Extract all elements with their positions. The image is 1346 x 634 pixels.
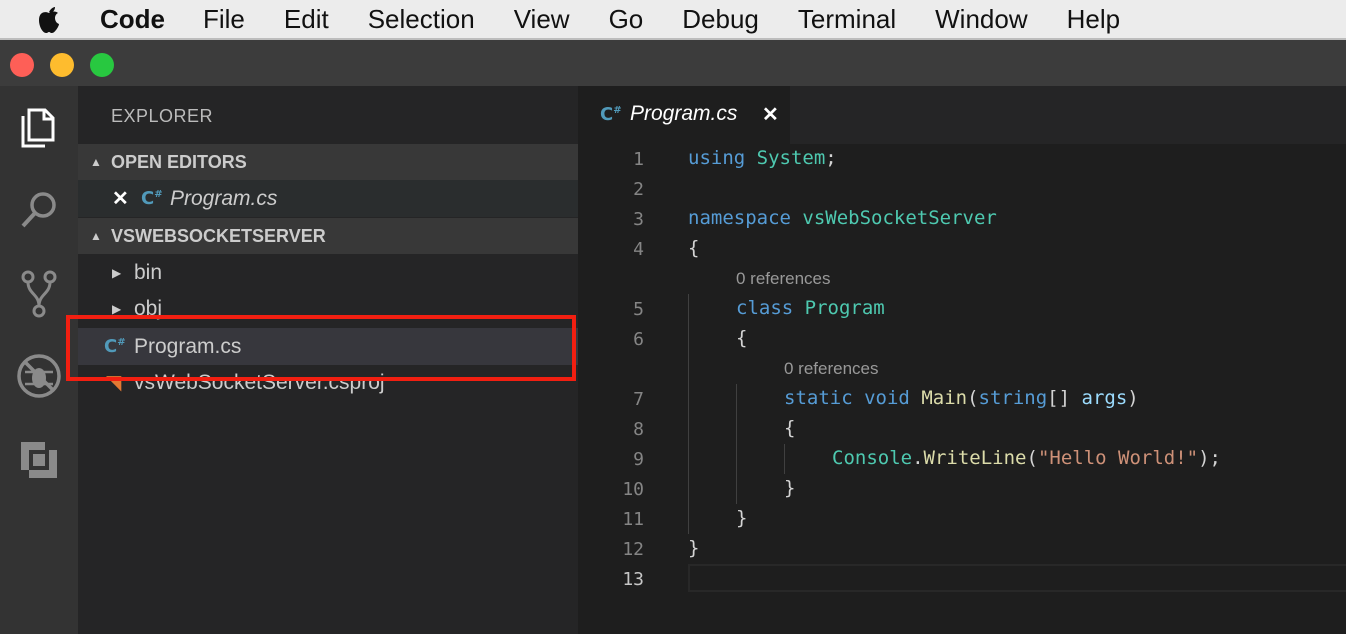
- line-number: 9: [633, 449, 644, 470]
- apple-logo-icon[interactable]: [34, 4, 64, 34]
- code-line-3: namespace vsWebSocketServer: [688, 207, 997, 229]
- open-editor-item[interactable]: ✕ C# Program.cs: [78, 180, 578, 217]
- editor-tabs-bar: C# Program.cs ✕: [578, 86, 1346, 144]
- string-literal: "Hello World!": [1037, 447, 1199, 469]
- window-titlebar: [0, 40, 1346, 86]
- menu-debug[interactable]: Debug: [682, 0, 759, 39]
- menu-edit[interactable]: Edit: [284, 0, 329, 39]
- indent-guide: [784, 444, 785, 474]
- extensions-icon[interactable]: [0, 430, 78, 490]
- code-line-5: class Program: [736, 297, 885, 319]
- punctuation: );: [1198, 447, 1221, 469]
- tab-program-cs[interactable]: C# Program.cs ✕: [578, 86, 790, 144]
- parameter-name: args: [1081, 387, 1128, 409]
- project-label: VSWEBSOCKETSERVER: [111, 225, 326, 246]
- code-editor[interactable]: 1 2 3 4 5 6 7 8 9 10 11 12 13 using Syst…: [578, 144, 1346, 634]
- keyword: class: [736, 297, 794, 319]
- punctuation: []: [1047, 387, 1082, 409]
- type-name: Program: [804, 297, 885, 319]
- zoom-window-button[interactable]: [90, 53, 114, 77]
- code-line-9: Console.WriteLine("Hello World!");: [832, 447, 1221, 469]
- menu-file[interactable]: File: [203, 0, 245, 39]
- highlight-annotation: [66, 315, 576, 381]
- line-number: 4: [633, 239, 644, 260]
- code-line-6: {: [736, 327, 748, 349]
- keyword: static: [784, 387, 853, 409]
- close-editor-icon[interactable]: ✕: [112, 186, 129, 211]
- line-number: 8: [633, 419, 644, 440]
- open-editors-label: OPEN EDITORS: [111, 151, 247, 172]
- keyword: using: [688, 147, 746, 169]
- code-lens-references[interactable]: 0 references: [784, 359, 879, 379]
- tree-item-label: bin: [134, 260, 163, 284]
- tree-item-bin[interactable]: ▶ bin: [78, 254, 578, 291]
- chevron-down-icon: ▲: [90, 229, 102, 243]
- code-line-12: }: [688, 537, 700, 559]
- chevron-right-icon: ▶: [112, 265, 122, 280]
- type-name: Console: [832, 447, 913, 469]
- method-name: WriteLine: [923, 447, 1027, 469]
- menu-go[interactable]: Go: [609, 0, 644, 39]
- menu-terminal[interactable]: Terminal: [798, 0, 896, 39]
- files-icon[interactable]: [0, 98, 78, 158]
- type-name: System: [756, 147, 826, 169]
- code-lens-references[interactable]: 0 references: [736, 269, 831, 289]
- method-name: Main: [921, 387, 968, 409]
- punctuation: ;: [825, 147, 837, 169]
- code-line-7: static void Main(string[] args): [784, 387, 1139, 409]
- search-icon[interactable]: [0, 180, 78, 240]
- menu-help[interactable]: Help: [1067, 0, 1120, 39]
- indent-guide: [688, 294, 689, 534]
- menu-selection[interactable]: Selection: [368, 0, 475, 39]
- line-number: 13: [622, 569, 644, 590]
- indent-guide: [736, 384, 737, 504]
- line-number: 10: [622, 479, 644, 500]
- code-line-4: {: [688, 237, 700, 259]
- explorer-title: EXPLORER: [111, 106, 214, 126]
- keyword: namespace: [688, 207, 791, 229]
- punctuation: .: [912, 447, 924, 469]
- chevron-right-icon: ▶: [112, 301, 122, 316]
- csharp-icon: C#: [600, 104, 622, 125]
- code-line-10: }: [784, 477, 796, 499]
- line-number: 1: [633, 149, 644, 170]
- open-editor-filename: Program.cs: [170, 186, 278, 210]
- line-number: 6: [633, 329, 644, 350]
- menu-view[interactable]: View: [514, 0, 570, 39]
- code-line-1: using System;: [688, 147, 837, 169]
- keyword: string: [978, 387, 1048, 409]
- line-number: 3: [633, 209, 644, 230]
- open-editors-header[interactable]: ▲ OPEN EDITORS: [78, 144, 578, 180]
- punctuation: (: [1026, 447, 1038, 469]
- menu-code[interactable]: Code: [100, 0, 165, 39]
- current-line-highlight: [688, 564, 1346, 592]
- line-number: 12: [622, 539, 644, 560]
- tab-label: Program.cs: [630, 102, 738, 125]
- csharp-icon: C#: [141, 188, 163, 209]
- code-line-8: {: [784, 417, 796, 439]
- type-name: vsWebSocketServer: [802, 207, 997, 229]
- close-tab-icon[interactable]: ✕: [762, 102, 779, 127]
- menu-bar: Code File Edit Selection View Go Debug T…: [0, 0, 1346, 40]
- code-line-11: }: [736, 507, 748, 529]
- close-window-button[interactable]: [10, 53, 34, 77]
- line-number: 5: [633, 299, 644, 320]
- menu-window[interactable]: Window: [935, 0, 1027, 39]
- chevron-down-icon: ▲: [90, 155, 102, 169]
- project-header[interactable]: ▲ VSWEBSOCKETSERVER: [78, 218, 578, 254]
- line-number: 7: [633, 389, 644, 410]
- punctuation: ): [1127, 387, 1139, 409]
- keyword: void: [864, 387, 910, 409]
- line-number: 2: [633, 179, 644, 200]
- minimize-window-button[interactable]: [50, 53, 74, 77]
- line-number: 11: [622, 509, 644, 530]
- punctuation: (: [967, 387, 979, 409]
